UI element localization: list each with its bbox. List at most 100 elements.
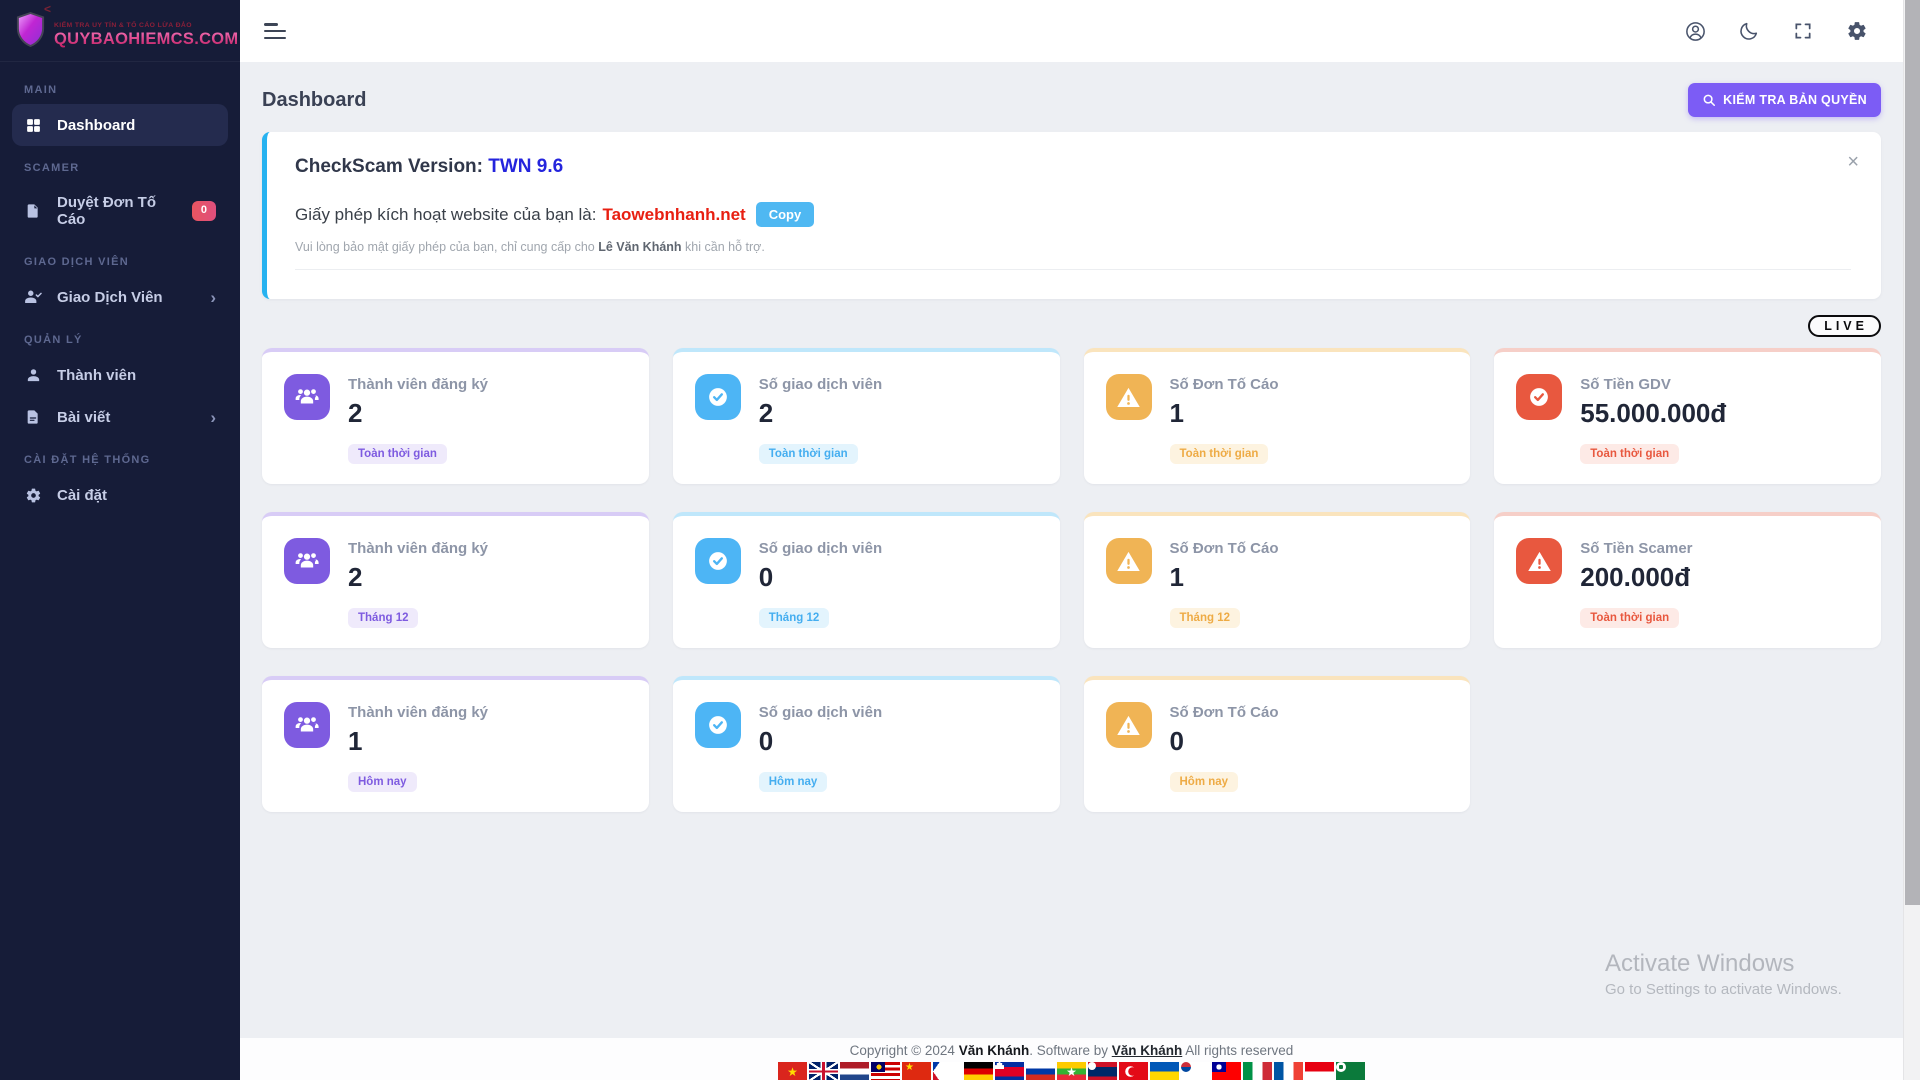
check-license-button[interactable]: KIỂM TRA BẢN QUYỀN [1688,83,1881,117]
chevron-right-icon: › [210,409,216,426]
users-icon [284,702,330,748]
file-icon [24,202,42,220]
flag-united-kingdom[interactable] [809,1062,838,1080]
stat-label: Số giao dịch viên [759,538,882,557]
stat-card: Số Tiền GDV55.000.000đToàn thời gian [1494,348,1881,484]
flag-italy[interactable] [1243,1062,1272,1080]
sidebar-item-giao-dịch-viên[interactable]: Giao Dịch Viên › [12,276,228,318]
check-icon [695,374,741,420]
flag-turkey[interactable] [1119,1062,1148,1080]
flag-netherlands[interactable] [840,1062,869,1080]
copy-button[interactable]: Copy [756,202,815,227]
flag-russia[interactable] [1026,1062,1055,1080]
flag-indonesia[interactable] [1305,1062,1334,1080]
stat-period-badge: Toàn thời gian [348,444,447,464]
sidebar-section-header: SCAMER [12,146,228,182]
software-author-link[interactable]: Văn Khánh [1112,1043,1183,1058]
stat-label: Số Đơn Tố Cáo [1170,538,1279,557]
sidebar-menu: MAIN Dashboard SCAMERDuyệt Đơn Tố Cáo0GIAO… [0,62,240,522]
stats-grid: Thành viên đăng ký2Toàn thời gianSố giao… [262,348,1881,812]
notice-title: CheckScam Version: TWN 9.6 [295,156,1851,178]
flag-taiwan[interactable] [1212,1062,1241,1080]
sidebar-item-label: Dashboard [57,117,135,134]
stat-value: 1 [1170,562,1279,593]
stat-label: Số giao dịch viên [759,374,882,393]
sidebar-item-dashboard[interactable]: Dashboard [12,104,228,146]
stat-label: Số giao dịch viên [759,702,882,721]
flag-arab-league[interactable] [1336,1062,1365,1080]
check-icon [695,702,741,748]
shield-logo-icon [14,11,47,53]
warning-icon [1106,702,1152,748]
close-icon[interactable]: × [1847,152,1859,172]
flag-france[interactable] [1274,1062,1303,1080]
sidebar-item-label: Bài viết [57,409,110,426]
sidebar-item-label: Duyệt Đơn Tố Cáo [57,194,177,228]
fullscreen-icon[interactable] [1791,19,1815,43]
stat-card: Số giao dịch viên 0 Hôm nay [673,676,1060,812]
page-title: Dashboard [262,89,366,112]
sidebar-item-label: Cài đặt [57,487,107,504]
flag-south-korea[interactable] [1181,1062,1210,1080]
scrollbar-track[interactable] [1903,0,1920,1080]
stat-period-badge: Tháng 12 [759,608,829,628]
support-contact-name: Lê Văn Khánh [598,240,681,254]
stat-period-badge: Toàn thời gian [759,444,858,464]
stat-value: 0 [1170,726,1279,757]
stat-period-badge: Toàn thời gian [1580,608,1679,628]
stat-card: Thành viên đăng ký2Toàn thời gian [262,348,649,484]
sidebar-item-duyệt-đơn-tố-cáo[interactable]: Duyệt Đơn Tố Cáo0 [12,182,228,240]
stat-value: 55.000.000đ [1580,398,1726,429]
stat-period-badge: Tháng 12 [348,608,418,628]
sidebar-section-header: CÀI ĐẶT HỆ THỐNG [12,438,228,474]
chevron-right-icon: › [210,289,216,306]
stat-period-badge: Hôm nay [759,772,828,792]
version-value: TWN 9.6 [488,156,563,177]
stat-label: Thành viên đăng ký [348,702,488,721]
language-flags [240,1062,1903,1080]
user-profile-icon[interactable] [1683,19,1707,43]
flag-cambodia[interactable] [995,1062,1024,1080]
activate-windows-watermark: Activate Windows Go to Settings to activ… [1605,950,1842,998]
sidebar-section-header: GIAO DỊCH VIÊN [12,240,228,276]
flag-philippines[interactable] [933,1062,962,1080]
flag-laos[interactable] [1088,1062,1117,1080]
scrollbar-thumb[interactable] [1905,0,1920,905]
stat-card: Số Đơn Tố Cáo0Hôm nay [1084,676,1471,812]
stat-period-badge: Toàn thời gian [1170,444,1269,464]
stat-card: Số giao dịch viên 2 Toàn thời gian [673,348,1060,484]
stat-label: Thành viên đăng ký [348,538,488,557]
sidebar-item-cài-đặt[interactable]: Cài đặt [12,474,228,516]
sidebar-item-thành-viên[interactable]: Thành viên [12,354,228,396]
dark-mode-moon-icon[interactable] [1737,19,1761,43]
stat-value: 1 [348,726,488,757]
flag-vietnam[interactable] [778,1062,807,1080]
stat-value: 0 [759,726,882,757]
settings-gear-icon[interactable] [1845,19,1869,43]
logo[interactable]: < KIỂM TRA UY TÍN & TỐ CÁO LỪA ĐẢO QUYBA… [0,0,240,62]
grid-icon [24,116,42,134]
hamburger-menu-icon[interactable] [264,23,286,39]
flag-germany[interactable] [964,1062,993,1080]
sidebar-item-label: Giao Dịch Viên [57,289,163,306]
stat-period-badge: Tháng 12 [1170,608,1240,628]
check-icon [695,538,741,584]
flag-ukraine[interactable] [1150,1062,1179,1080]
live-badge: LIVE [1808,315,1881,337]
flag-myanmar[interactable] [1057,1062,1086,1080]
flag-malaysia[interactable] [871,1062,900,1080]
owner-name: Văn Khánh [959,1043,1030,1058]
topbar [240,0,1903,62]
sidebar-collapse-icon[interactable]: < [44,2,51,16]
stat-value: 200.000đ [1580,562,1692,593]
flag-china[interactable] [902,1062,931,1080]
sidebar-section-header: MAIN [12,68,228,104]
check-license-label: KIỂM TRA BẢN QUYỀN [1723,93,1867,107]
sidebar-item-label: Thành viên [57,367,136,384]
search-icon [1702,93,1716,107]
sidebar: < KIỂM TRA UY TÍN & TỐ CÁO LỪA ĐẢO QUYBA… [0,0,240,1080]
stat-value: 2 [759,398,882,429]
stat-label: Số Tiền GDV [1580,374,1726,393]
sidebar-item-bài-viết[interactable]: Bài viết › [12,396,228,438]
stat-card: Số Đơn Tố Cáo1Toàn thời gian [1084,348,1471,484]
